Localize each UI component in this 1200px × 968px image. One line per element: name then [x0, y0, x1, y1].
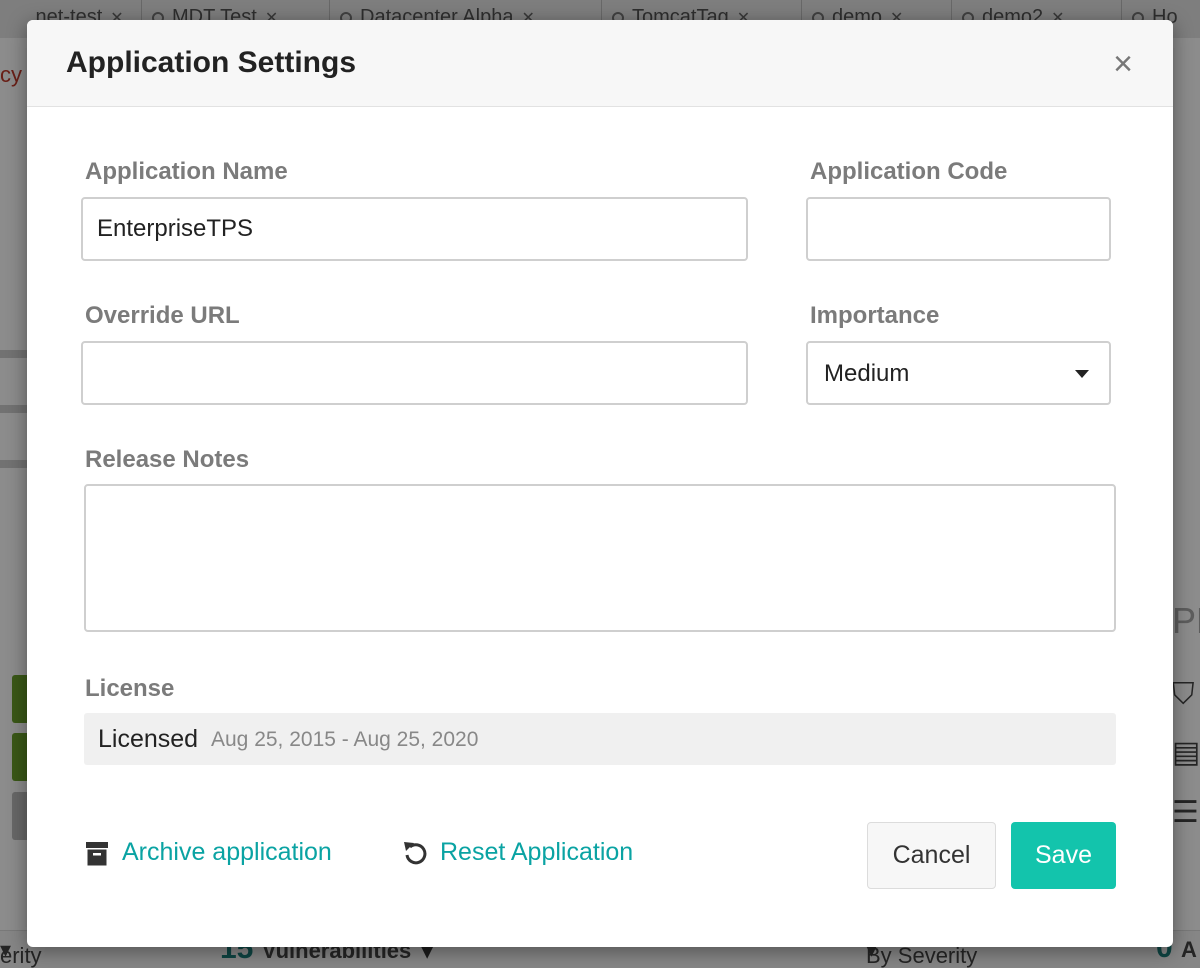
- save-button[interactable]: Save: [1011, 822, 1116, 889]
- archive-application-link[interactable]: Archive application: [122, 838, 332, 867]
- application-name-input[interactable]: [81, 197, 748, 261]
- license-label: License: [85, 675, 175, 702]
- reset-application-link[interactable]: Reset Application: [440, 838, 633, 867]
- importance-select[interactable]: Medium: [806, 341, 1111, 405]
- release-notes-textarea[interactable]: [84, 484, 1116, 632]
- modal-title: Application Settings: [66, 46, 357, 79]
- override-url-input[interactable]: [81, 341, 748, 405]
- license-status: Licensed: [98, 725, 199, 753]
- application-settings-modal: Application Settings × Application Name …: [27, 20, 1173, 947]
- close-icon[interactable]: ×: [1107, 47, 1139, 81]
- importance-selected-value: Medium: [824, 360, 910, 387]
- license-info: Licensed Aug 25, 2015 - Aug 25, 2020: [84, 713, 1116, 765]
- reset-icon[interactable]: [403, 840, 427, 866]
- modal-header: Application Settings ×: [27, 20, 1173, 107]
- caret-down-icon: [1075, 370, 1089, 378]
- application-name-label: Application Name: [85, 158, 288, 185]
- release-notes-label: Release Notes: [85, 446, 250, 473]
- application-code-label: Application Code: [810, 158, 1008, 185]
- override-url-label: Override URL: [85, 302, 240, 329]
- license-dates: Aug 25, 2015 - Aug 25, 2020: [211, 728, 479, 751]
- application-code-input[interactable]: [806, 197, 1111, 261]
- cancel-button[interactable]: Cancel: [867, 822, 996, 889]
- archive-icon[interactable]: [86, 842, 108, 866]
- importance-label: Importance: [810, 302, 940, 329]
